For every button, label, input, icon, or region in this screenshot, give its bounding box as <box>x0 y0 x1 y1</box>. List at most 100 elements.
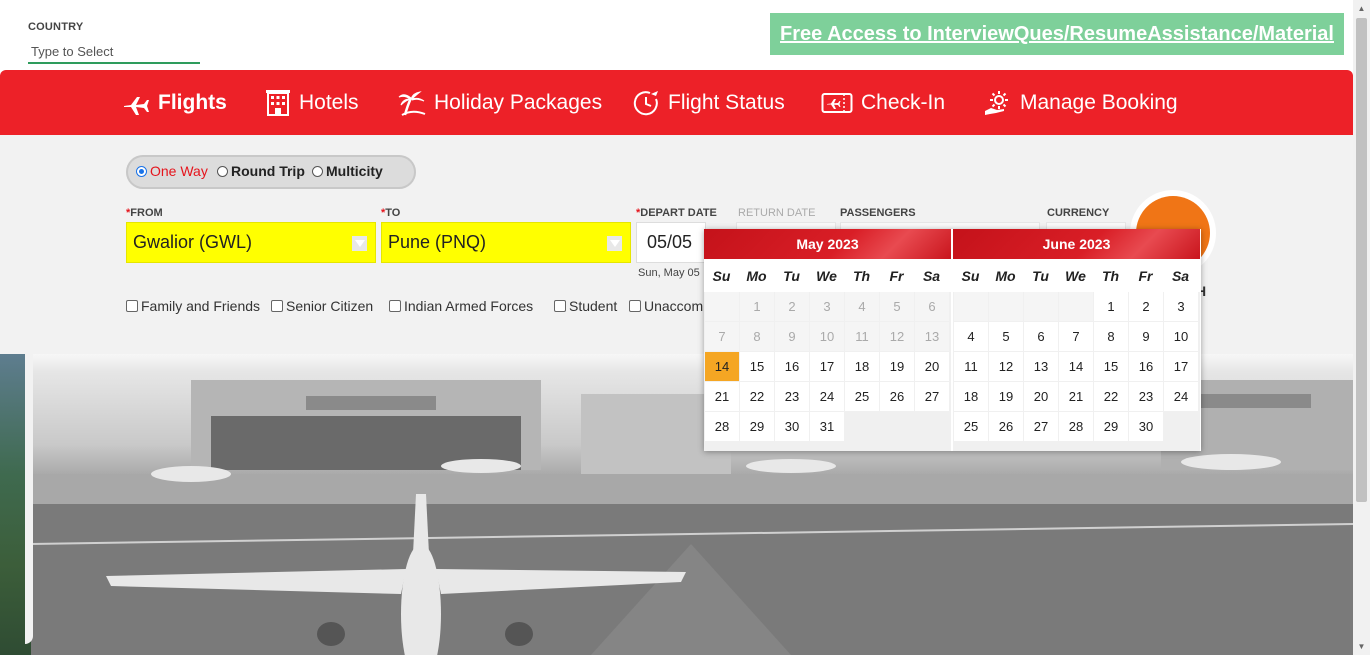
check-student[interactable]: Student <box>554 298 617 314</box>
calendar-day[interactable]: 21 <box>705 382 739 411</box>
calendar-day[interactable]: 24 <box>810 382 844 411</box>
calendar-day[interactable]: 26 <box>880 382 914 411</box>
calendar-day[interactable]: 27 <box>1024 412 1058 441</box>
check-family-friends[interactable]: Family and Friends <box>126 298 260 314</box>
calendar-day[interactable]: 3 <box>1164 292 1198 321</box>
calendar-day-names: Su Mo Tu We Th Fr Sa <box>953 259 1200 292</box>
from-value: Gwalior (GWL) <box>133 232 253 252</box>
calendar-day[interactable]: 24 <box>1164 382 1198 411</box>
calendar-day[interactable]: 10 <box>1164 322 1198 351</box>
calendar-day[interactable]: 28 <box>705 412 739 441</box>
check-label: Indian Armed Forces <box>404 298 534 314</box>
calendar-day[interactable]: 13 <box>1024 352 1058 381</box>
calendar-day[interactable]: 17 <box>1164 352 1198 381</box>
nav-holiday-packages[interactable]: Holiday Packages <box>398 70 602 135</box>
calendar-day: 10 <box>810 322 844 351</box>
calendar-day[interactable]: 14 <box>1059 352 1093 381</box>
from-select[interactable]: Gwalior (GWL) <box>126 222 376 263</box>
day-name: Sa <box>1171 267 1190 284</box>
calendar-day[interactable]: 6 <box>1024 322 1058 351</box>
scroll-down-icon[interactable]: ▼ <box>1353 638 1370 655</box>
nav-manage-booking[interactable]: Manage Booking <box>984 70 1178 135</box>
calendar-day[interactable]: 25 <box>954 412 988 441</box>
to-value: Pune (PNQ) <box>388 232 487 252</box>
calendar-day[interactable]: 23 <box>1129 382 1163 411</box>
calendar-day[interactable]: 4 <box>954 322 988 351</box>
currency-label: CURRENCY <box>1047 207 1110 219</box>
calendar-day[interactable]: 5 <box>989 322 1023 351</box>
calendar-day[interactable]: 29 <box>1094 412 1128 441</box>
ticket-icon <box>821 92 853 113</box>
calendar-day[interactable]: 7 <box>1059 322 1093 351</box>
calendar-month-june: June 2023 Su Mo Tu We Th Fr Sa 123456789… <box>953 229 1200 451</box>
check-unaccompanied[interactable]: Unaccom <box>629 298 703 314</box>
calendar-day[interactable]: 17 <box>810 352 844 381</box>
calendar-day[interactable]: 15 <box>1094 352 1128 381</box>
nav-hotels[interactable]: Hotels <box>265 70 359 135</box>
calendar-day[interactable]: 18 <box>954 382 988 411</box>
dropdown-arrow-icon <box>607 236 622 251</box>
day-name: Tu <box>783 267 800 284</box>
radio-multicity[interactable]: Multicity <box>312 163 383 179</box>
calendar-day[interactable]: 18 <box>845 352 879 381</box>
calendar-day[interactable]: 22 <box>1094 382 1128 411</box>
calendar-day[interactable]: 31 <box>810 412 844 441</box>
calendar-day[interactable]: 19 <box>880 352 914 381</box>
calendar-day: 2 <box>775 292 809 321</box>
checkbox <box>629 300 641 312</box>
calendar-day[interactable]: 11 <box>954 352 988 381</box>
country-label: COUNTRY <box>28 21 84 33</box>
calendar-day[interactable]: 12 <box>989 352 1023 381</box>
calendar-day[interactable]: 15 <box>740 352 774 381</box>
calendar-day[interactable]: 20 <box>1024 382 1058 411</box>
calendar-day: 5 <box>880 292 914 321</box>
check-armed-forces[interactable]: Indian Armed Forces <box>389 298 533 314</box>
calendar-day[interactable]: 9 <box>1129 322 1163 351</box>
day-name: Mo <box>995 267 1016 284</box>
depart-label: *DEPART DATE <box>636 207 717 219</box>
calendar-day[interactable]: 8 <box>1094 322 1128 351</box>
nav-check-in[interactable]: Check-In <box>821 70 945 135</box>
nav-flights-label: Flights <box>158 90 227 114</box>
calendar-day[interactable]: 30 <box>1129 412 1163 441</box>
day-name: Su <box>712 267 731 284</box>
scroll-up-icon[interactable]: ▲ <box>1353 0 1370 17</box>
calendar-day[interactable]: 20 <box>915 352 949 381</box>
nav-manage-booking-label: Manage Booking <box>1020 90 1178 114</box>
check-label: Unaccom <box>644 298 704 314</box>
calendar-day[interactable]: 21 <box>1059 382 1093 411</box>
calendar-day[interactable]: 27 <box>915 382 949 411</box>
check-senior-citizen[interactable]: Senior Citizen <box>271 298 373 314</box>
calendar-day[interactable]: 26 <box>989 412 1023 441</box>
calendar-day: 12 <box>880 322 914 351</box>
calendar-day[interactable]: 1 <box>1094 292 1128 321</box>
calendar-day-selected[interactable]: 14 <box>705 352 739 381</box>
calendar-day[interactable]: 30 <box>775 412 809 441</box>
palm-tree-icon <box>398 90 426 116</box>
checkbox <box>126 300 138 312</box>
calendar-day[interactable]: 29 <box>740 412 774 441</box>
calendar-day[interactable]: 22 <box>740 382 774 411</box>
check-label: Family and Friends <box>141 298 261 314</box>
radio-one-way[interactable]: One Way <box>136 163 208 179</box>
check-label: Student <box>569 298 618 314</box>
nav-flights[interactable]: Flights <box>122 70 227 135</box>
free-access-link[interactable]: Free Access to InterviewQues/ResumeAssis… <box>770 13 1344 55</box>
nav-check-in-label: Check-In <box>861 90 946 114</box>
radio-round-trip[interactable]: Round Trip <box>217 163 305 179</box>
calendar-day[interactable]: 19 <box>989 382 1023 411</box>
country-input[interactable] <box>28 40 200 64</box>
calendar-empty-cell <box>705 292 739 321</box>
radio-round-trip-label: Round Trip <box>231 163 305 179</box>
calendar-day[interactable]: 16 <box>1129 352 1163 381</box>
calendar-day[interactable]: 23 <box>775 382 809 411</box>
calendar-day[interactable]: 25 <box>845 382 879 411</box>
depart-date-field[interactable]: 05/05 <box>636 222 706 263</box>
calendar-day[interactable]: 28 <box>1059 412 1093 441</box>
to-select[interactable]: Pune (PNQ) <box>381 222 631 263</box>
calendar-day[interactable]: 2 <box>1129 292 1163 321</box>
scroll-thumb[interactable] <box>1356 18 1367 502</box>
calendar-day[interactable]: 16 <box>775 352 809 381</box>
dropdown-arrow-icon <box>352 236 367 251</box>
nav-flight-status[interactable]: Flight Status <box>632 70 785 135</box>
